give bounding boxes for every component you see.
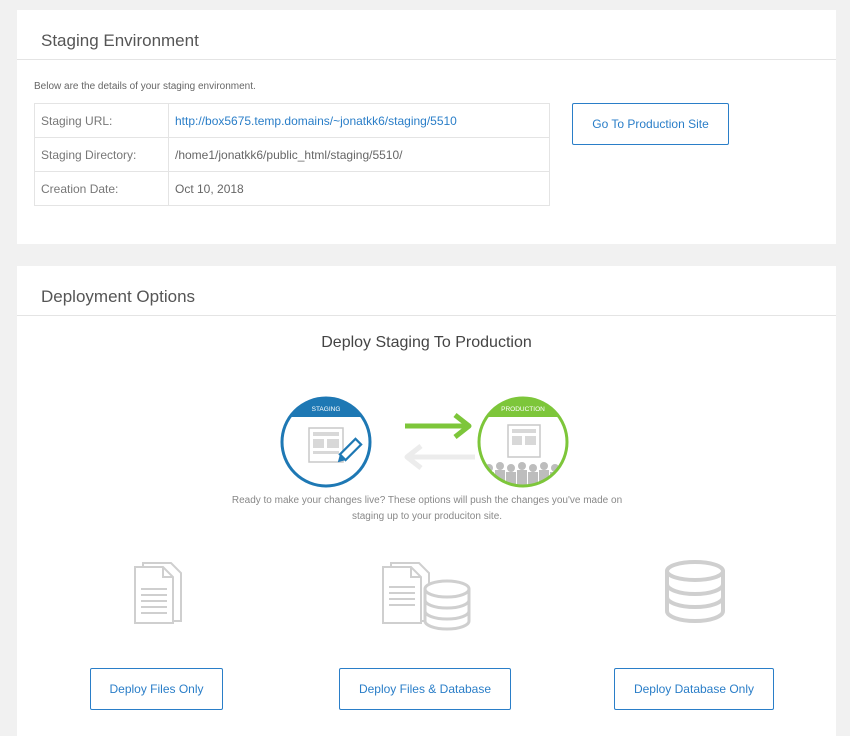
- staging-to-production-illustration: STAGING PRODUCTION: [280, 396, 569, 488]
- staging-environment-card: Staging Environment Below are the detail…: [17, 10, 836, 244]
- staging-card-title: Staging Environment: [41, 31, 199, 50]
- deploy-files-database-button[interactable]: Deploy Files & Database: [339, 668, 511, 710]
- sync-arrows-icon: [404, 413, 475, 470]
- files-icon: [134, 562, 182, 624]
- deploy-description-line-2: staging up to your produciton site.: [351, 511, 503, 522]
- deploy-heading: Deploy Staging To Production: [321, 334, 532, 351]
- table-row: Staging URL: http://box5675.temp.domains…: [34, 103, 550, 138]
- table-row: Staging Directory: /home1/jonatkk6/publi…: [34, 137, 550, 172]
- table-row: Creation Date: Oct 10, 2018: [34, 171, 550, 206]
- staging-card-header: Staging Environment: [17, 10, 836, 60]
- staging-url-cell: http://box5675.temp.domains/~jonatkk6/st…: [168, 103, 550, 138]
- staging-details-table: Staging URL: http://box5675.temp.domains…: [34, 103, 550, 206]
- files-database-icon: [382, 562, 471, 631]
- production-circle-label: PRODUCTION: [501, 406, 545, 413]
- deployment-options-card: Deployment Options Deploy Staging To Pro…: [17, 266, 836, 736]
- staging-url-label: Staging URL:: [34, 103, 169, 138]
- creation-date-value: Oct 10, 2018: [168, 171, 550, 206]
- staging-url-link[interactable]: http://box5675.temp.domains/~jonatkk6/st…: [175, 114, 457, 128]
- staging-circle-label: STAGING: [312, 406, 341, 413]
- deploy-description-line-1: Ready to make your changes live? These o…: [231, 495, 623, 506]
- go-to-production-button[interactable]: Go To Production Site: [572, 103, 729, 145]
- deploy-database-only-button[interactable]: Deploy Database Only: [614, 668, 774, 710]
- deploy-files-only-button[interactable]: Deploy Files Only: [90, 668, 223, 710]
- staging-directory-label: Staging Directory:: [34, 137, 169, 172]
- creation-date-label: Creation Date:: [34, 171, 169, 206]
- staging-intro-text: Below are the details of your staging en…: [34, 81, 256, 92]
- database-icon: [665, 560, 725, 623]
- production-circle-icon: PRODUCTION: [477, 396, 569, 488]
- deployment-card-title: Deployment Options: [41, 287, 196, 306]
- staging-circle-icon: STAGING: [280, 396, 372, 488]
- deploy-description: Ready to make your changes live? These o…: [227, 493, 627, 525]
- staging-directory-value: /home1/jonatkk6/public_html/staging/5510…: [168, 137, 550, 172]
- deployment-card-header: Deployment Options: [17, 266, 836, 316]
